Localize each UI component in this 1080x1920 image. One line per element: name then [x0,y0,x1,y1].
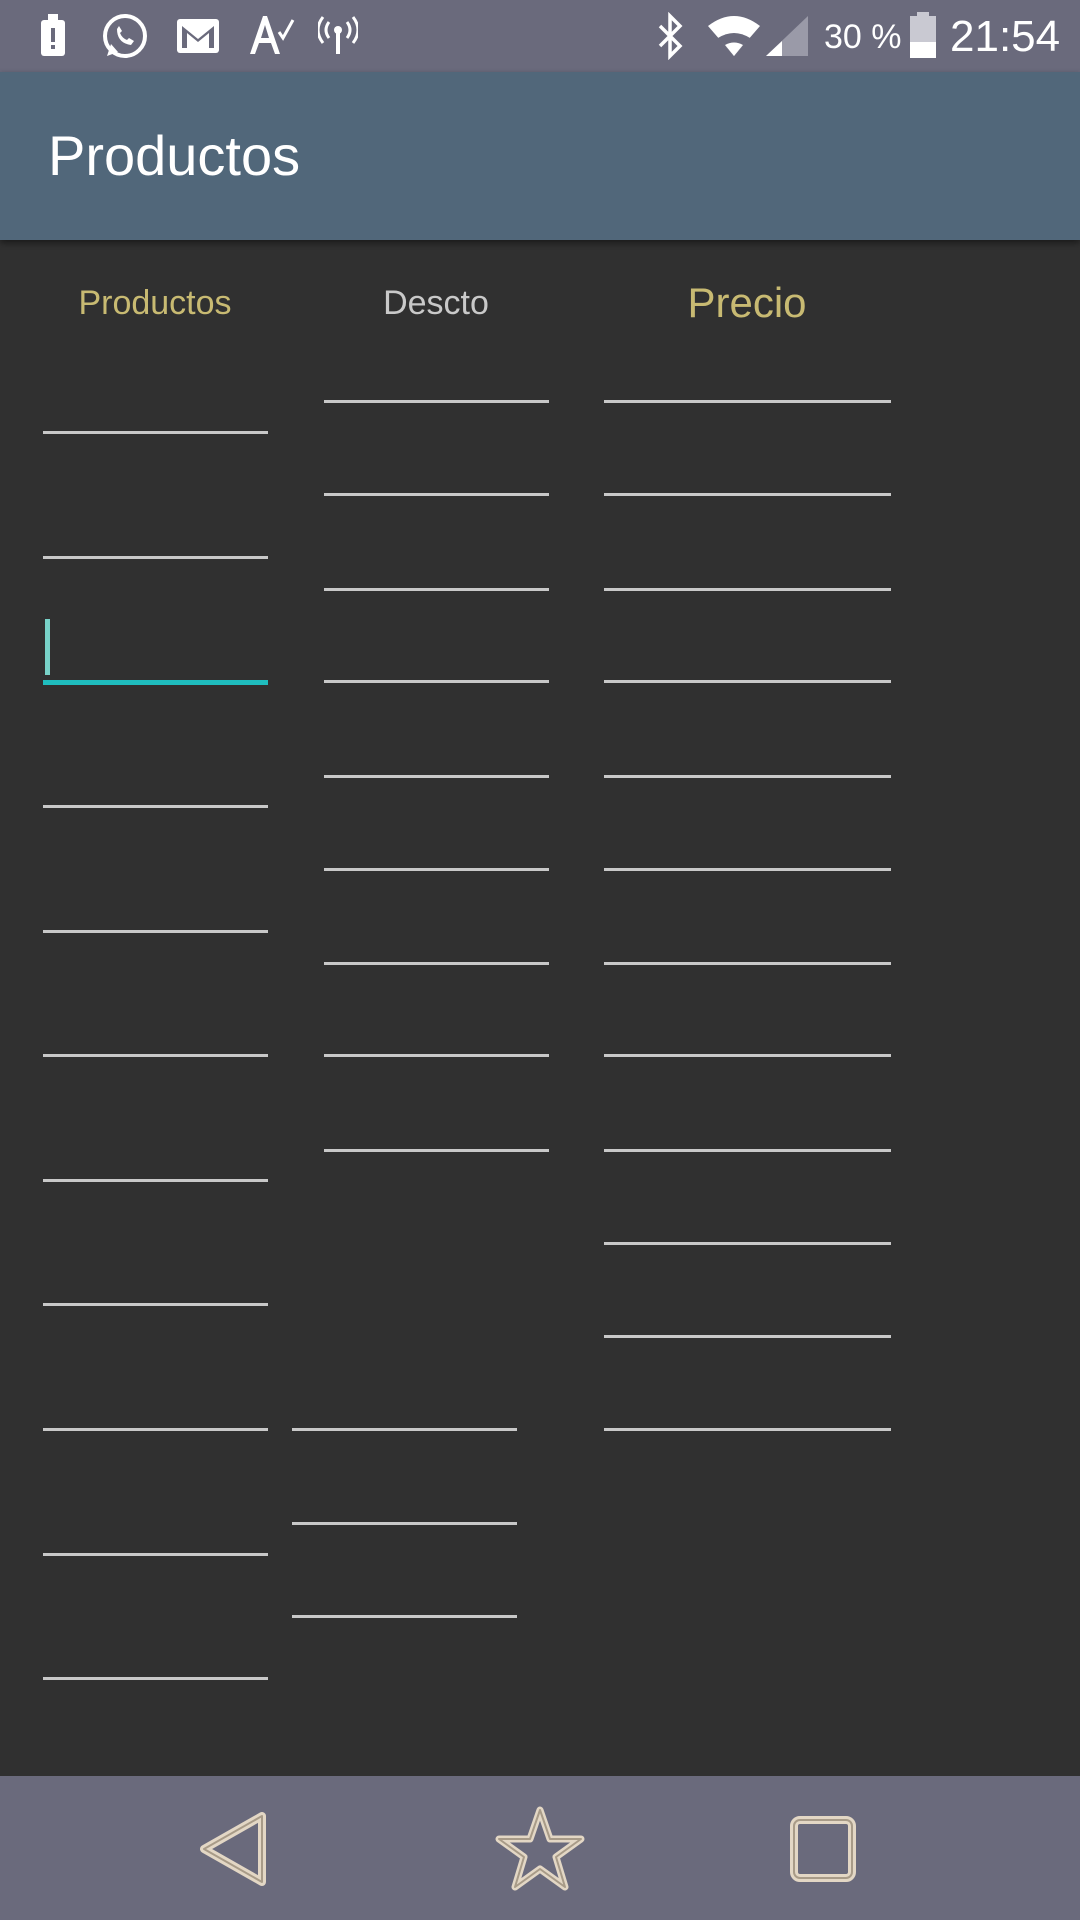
bluetooth-icon [658,12,683,60]
descto-field[interactable] [292,1485,517,1525]
precio-field[interactable] [604,1205,891,1245]
descto-field[interactable] [324,925,549,965]
descto-field[interactable] [292,1391,517,1431]
status-time: 21:54 [950,12,1061,61]
precio-field[interactable] [604,456,891,496]
whatsapp-icon [103,14,147,58]
producto-field[interactable] [43,1640,268,1680]
battery-percent: 30 % [824,18,902,56]
cell-signal-icon [766,16,808,56]
producto-field[interactable] [43,1017,268,1057]
precio-field[interactable] [604,1391,891,1431]
producto-field[interactable] [43,394,268,434]
descto-field[interactable] [324,551,549,591]
precio-field[interactable] [604,1298,891,1338]
producto-field[interactable] [43,893,268,933]
precio-field[interactable] [604,1017,891,1057]
precio-field[interactable] [604,831,891,871]
descto-field[interactable] [324,738,549,778]
precio-field[interactable] [604,551,891,591]
recents-square-icon[interactable] [778,1804,868,1894]
wifi-icon [708,16,760,56]
producto-field[interactable] [43,1516,268,1556]
text-cursor [45,619,50,675]
hotspot-icon [318,16,358,54]
spellcheck-icon [250,16,295,54]
descto-field[interactable] [292,1578,517,1618]
column-header-precio: Precio [687,279,807,326]
status-bar: 30 % 21:54 [0,0,1080,72]
producto-field[interactable] [43,1266,268,1306]
descto-field[interactable] [324,643,549,683]
producto-field-focused[interactable] [43,619,268,685]
alert-icon [41,14,65,56]
precio-field[interactable] [604,925,891,965]
descto-field[interactable] [324,456,549,496]
battery-icon [910,12,936,58]
page-title: Productos [48,124,301,187]
column-header-productos: Productos [78,284,232,322]
column-header-descto: Descto [383,284,489,322]
producto-field[interactable] [43,768,268,808]
precio-field[interactable] [604,643,891,683]
producto-field[interactable] [43,519,268,559]
descto-field[interactable] [324,1017,549,1057]
producto-field[interactable] [43,1391,268,1431]
star-icon[interactable] [495,1804,585,1894]
precio-field[interactable] [604,1112,891,1152]
back-triangle-icon[interactable] [190,1804,280,1894]
precio-field[interactable] [604,363,891,403]
gmail-icon [177,19,219,53]
descto-field[interactable] [324,1112,549,1152]
descto-field[interactable] [324,831,549,871]
producto-field[interactable] [43,1142,268,1182]
navigation-bar [0,1776,1080,1920]
app-bar: Productos [0,72,1080,240]
precio-field[interactable] [604,738,891,778]
descto-field[interactable] [324,363,549,403]
